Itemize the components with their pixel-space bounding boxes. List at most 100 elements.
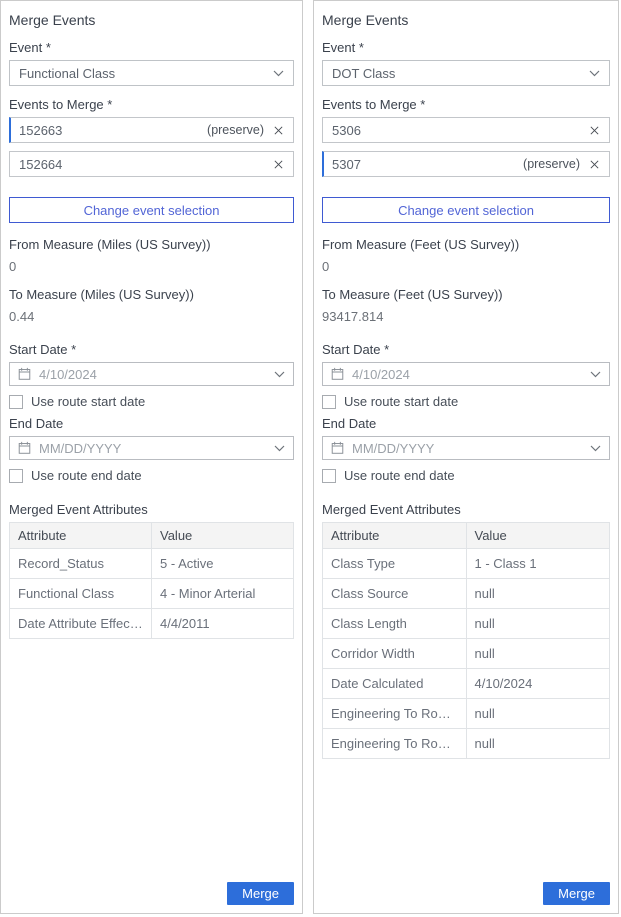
start-date-value: 4/10/2024	[352, 367, 582, 382]
chevron-down-icon	[590, 445, 601, 452]
table-row: Corridor Width null	[323, 639, 610, 669]
event-select[interactable]: Functional Class	[9, 60, 294, 86]
to-measure-label: To Measure (Feet (US Survey))	[322, 287, 610, 302]
use-route-end-checkbox[interactable]	[322, 469, 336, 483]
start-date-label: Start Date *	[9, 342, 294, 357]
value-column-header: Value	[152, 523, 294, 549]
remove-event-icon[interactable]	[273, 125, 284, 136]
calendar-icon	[331, 367, 344, 381]
event-id: 5307	[332, 157, 523, 172]
event-label: Event *	[322, 40, 610, 55]
use-route-end-checkbox[interactable]	[9, 469, 23, 483]
attribute-cell: Engineering To RouteID	[323, 699, 467, 729]
end-date-label: End Date	[9, 416, 294, 431]
use-route-start-checkbox[interactable]	[322, 395, 336, 409]
table-row: Date Attribute Effective 4/4/2011	[10, 609, 294, 639]
event-select-value: Functional Class	[19, 66, 115, 81]
remove-event-icon[interactable]	[589, 159, 600, 170]
end-date-placeholder: MM/DD/YYYY	[39, 441, 266, 456]
change-event-selection-button[interactable]: Change event selection	[322, 197, 610, 223]
merge-button[interactable]: Merge	[543, 882, 610, 905]
merged-event-attributes-label: Merged Event Attributes	[9, 502, 294, 517]
to-measure-label: To Measure (Miles (US Survey))	[9, 287, 294, 302]
to-measure-value: 93417.814	[322, 309, 610, 324]
event-id: 152663	[19, 123, 207, 138]
start-date-value: 4/10/2024	[39, 367, 266, 382]
event-select-value: DOT Class	[332, 66, 395, 81]
start-date-picker[interactable]: 4/10/2024	[9, 362, 294, 386]
attributes-table: Attribute Value Class Type 1 - Class 1 C…	[322, 522, 610, 759]
start-date-label: Start Date *	[322, 342, 610, 357]
event-id: 5306	[332, 123, 580, 138]
event-to-merge-input[interactable]: 152664	[9, 151, 294, 177]
table-row: Date Calculated 4/10/2024	[323, 669, 610, 699]
panel-title: Merge Events	[9, 12, 294, 28]
attribute-cell: Engineering To Route ...	[323, 729, 467, 759]
table-row: Functional Class 4 - Minor Arterial	[10, 579, 294, 609]
merge-button[interactable]: Merge	[227, 882, 294, 905]
table-row: Engineering To Route ... null	[323, 729, 610, 759]
preserve-tag: (preserve)	[523, 157, 580, 171]
attribute-cell: Class Type	[323, 549, 467, 579]
merge-events-panel-left: Merge Events Event * Functional Class Ev…	[0, 0, 303, 914]
value-cell: 4 - Minor Arterial	[152, 579, 294, 609]
end-date-picker[interactable]: MM/DD/YYYY	[322, 436, 610, 460]
chevron-down-icon	[589, 70, 600, 77]
chevron-down-icon	[273, 70, 284, 77]
attribute-cell: Date Calculated	[323, 669, 467, 699]
merge-events-panel-right: Merge Events Event * DOT Class Events to…	[313, 0, 619, 914]
calendar-icon	[18, 367, 31, 381]
remove-event-icon[interactable]	[589, 125, 600, 136]
value-cell: null	[466, 579, 610, 609]
attribute-cell: Class Source	[323, 579, 467, 609]
value-column-header: Value	[466, 523, 610, 549]
chevron-down-icon	[590, 371, 601, 378]
attributes-table: Attribute Value Record_Status 5 - Active…	[9, 522, 294, 639]
start-date-picker[interactable]: 4/10/2024	[322, 362, 610, 386]
event-to-merge-input[interactable]: 5307 (preserve)	[322, 151, 610, 177]
value-cell: null	[466, 639, 610, 669]
event-select[interactable]: DOT Class	[322, 60, 610, 86]
to-measure-value: 0.44	[9, 309, 294, 324]
value-cell: 5 - Active	[152, 549, 294, 579]
attribute-cell: Class Length	[323, 609, 467, 639]
calendar-icon	[331, 441, 344, 455]
from-measure-value: 0	[322, 259, 610, 274]
from-measure-label: From Measure (Feet (US Survey))	[322, 237, 610, 252]
use-route-start-checkbox[interactable]	[9, 395, 23, 409]
events-to-merge-label: Events to Merge *	[322, 97, 610, 112]
value-cell: null	[466, 609, 610, 639]
value-cell: 4/4/2011	[152, 609, 294, 639]
value-cell: null	[466, 729, 610, 759]
attribute-column-header: Attribute	[10, 523, 152, 549]
event-to-merge-input[interactable]: 5306	[322, 117, 610, 143]
value-cell: 4/10/2024	[466, 669, 610, 699]
table-row: Class Source null	[323, 579, 610, 609]
table-row: Class Length null	[323, 609, 610, 639]
from-measure-value: 0	[9, 259, 294, 274]
panel-title: Merge Events	[322, 12, 610, 28]
table-row: Engineering To RouteID null	[323, 699, 610, 729]
chevron-down-icon	[274, 371, 285, 378]
remove-event-icon[interactable]	[273, 159, 284, 170]
attribute-cell: Record_Status	[10, 549, 152, 579]
chevron-down-icon	[274, 445, 285, 452]
use-route-end-label: Use route end date	[344, 468, 455, 483]
attribute-cell: Date Attribute Effective	[10, 609, 152, 639]
events-to-merge-list: 152663 (preserve) 152664	[9, 117, 294, 185]
value-cell: null	[466, 699, 610, 729]
from-measure-label: From Measure (Miles (US Survey))	[9, 237, 294, 252]
change-event-selection-button[interactable]: Change event selection	[9, 197, 294, 223]
event-to-merge-input[interactable]: 152663 (preserve)	[9, 117, 294, 143]
use-route-end-label: Use route end date	[31, 468, 142, 483]
preserve-tag: (preserve)	[207, 123, 264, 137]
merged-event-attributes-label: Merged Event Attributes	[322, 502, 610, 517]
event-id: 152664	[19, 157, 264, 172]
end-date-placeholder: MM/DD/YYYY	[352, 441, 582, 456]
value-cell: 1 - Class 1	[466, 549, 610, 579]
end-date-picker[interactable]: MM/DD/YYYY	[9, 436, 294, 460]
use-route-start-label: Use route start date	[344, 394, 458, 409]
table-row: Class Type 1 - Class 1	[323, 549, 610, 579]
attribute-cell: Corridor Width	[323, 639, 467, 669]
use-route-start-label: Use route start date	[31, 394, 145, 409]
